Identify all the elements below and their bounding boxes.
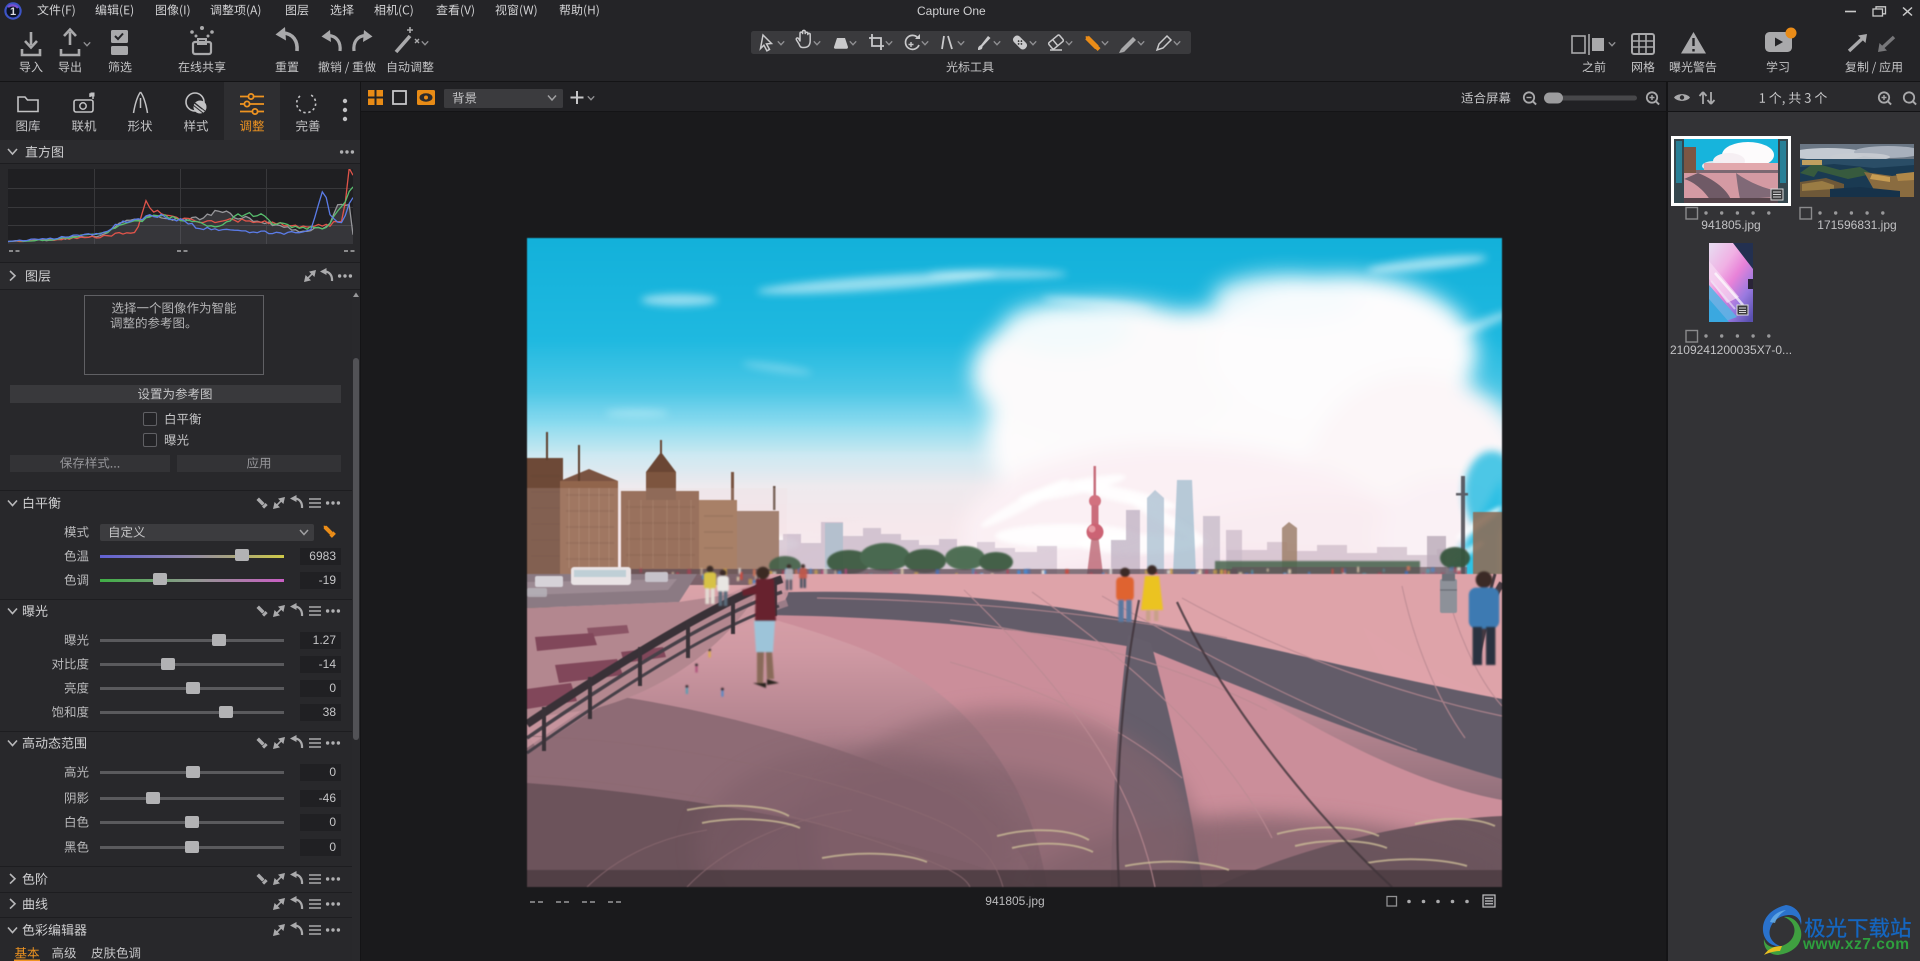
svg-text:1: 1 <box>10 6 16 18</box>
